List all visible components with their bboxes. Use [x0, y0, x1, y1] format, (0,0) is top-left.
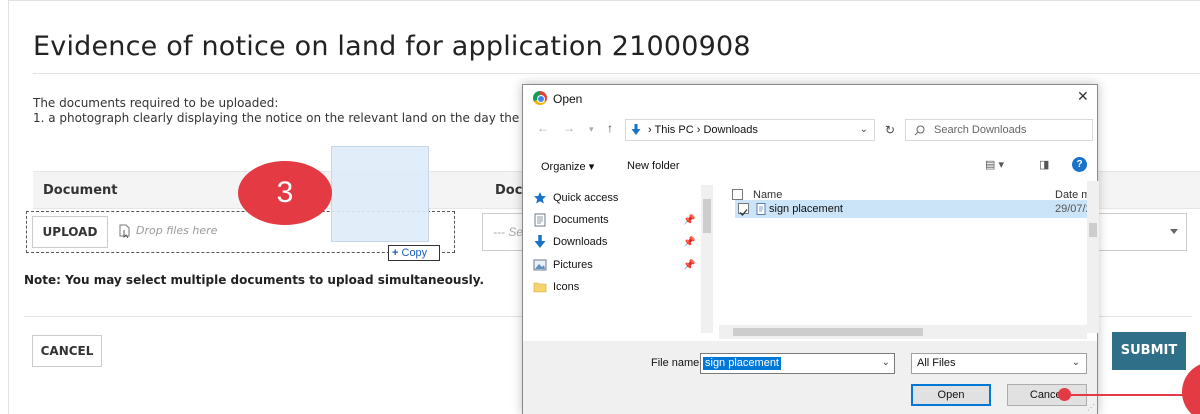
navigation-pane: Quick access Documents 📌 Downloads 📌 Pic… [523, 181, 719, 333]
scrollbar-thumb[interactable] [1089, 223, 1097, 237]
chevron-down-icon[interactable]: ⌄ [860, 124, 868, 135]
nav-item-downloads[interactable]: Downloads [553, 236, 607, 248]
chevron-down-icon[interactable]: ⌄ [882, 357, 890, 368]
scrollbar-thumb[interactable] [733, 328, 923, 336]
file-row[interactable]: sign placement 29/07/2 [735, 200, 1092, 218]
nav-item-icons[interactable]: Icons [553, 281, 579, 293]
drag-copy-tooltip: + Copy [388, 245, 440, 261]
file-type-select[interactable]: All Files ⌄ [911, 353, 1087, 374]
nav-item-quick-access[interactable]: Quick access [553, 192, 618, 204]
star-icon [534, 192, 546, 204]
nav-scrollbar[interactable] [701, 185, 713, 333]
requirements-text: The documents required to be uploaded: 1… [33, 96, 531, 126]
plus-icon: + [392, 247, 399, 259]
file-name: sign placement [769, 203, 843, 215]
pin-icon: 📌 [683, 260, 696, 271]
dialog-title: Open [553, 92, 583, 106]
chevron-down-icon: ⌄ [1071, 357, 1080, 368]
address-path: › This PC › Downloads [648, 124, 758, 136]
nav-item-documents[interactable]: Documents [553, 214, 609, 226]
preview-pane-icon[interactable]: ◨ [1039, 158, 1049, 171]
file-checkbox[interactable] [738, 203, 749, 216]
cursor-file-icon [119, 224, 130, 238]
chrome-icon [533, 91, 547, 105]
column-document: Document [43, 183, 118, 198]
open-button[interactable]: Open [911, 384, 991, 406]
select-all-checkbox[interactable] [732, 189, 743, 200]
path-downloads[interactable]: Downloads [703, 124, 757, 136]
scrollbar-thumb[interactable] [703, 199, 711, 233]
organize-menu[interactable]: Organize ▾ [541, 160, 594, 173]
path-separator: › [696, 124, 701, 136]
dialog-footer: File name: sign placement ⌄ All Files ⌄ … [523, 341, 1097, 414]
file-open-dialog: Open ✕ ← → ▾ ↑ › This PC › Downloads ⌄ ↻… [522, 84, 1099, 414]
submit-button[interactable]: SUBMIT [1112, 332, 1186, 370]
requirements-heading: The documents required to be uploaded: [33, 96, 279, 110]
checkmark-icon [739, 209, 748, 216]
search-input[interactable]: Search Downloads [905, 119, 1093, 141]
chevron-down-icon [1170, 229, 1178, 234]
drop-placeholder: Drop files here [136, 224, 218, 237]
documents-icon [534, 213, 546, 227]
close-icon[interactable]: ✕ [1077, 88, 1089, 105]
requirements-item: 1. a photograph clearly displaying the n… [33, 111, 531, 125]
file-type-value: All Files [917, 357, 956, 369]
file-list-vertical-scrollbar[interactable] [1087, 181, 1099, 333]
title-divider [33, 73, 1200, 74]
up-arrow-icon[interactable]: ↑ [607, 121, 613, 135]
upload-button[interactable]: UPLOAD [32, 216, 108, 248]
upload-note: Note: You may select multiple documents … [24, 273, 485, 287]
path-separator: › [648, 124, 652, 136]
drag-preview [331, 146, 429, 242]
click-indicator [1058, 388, 1071, 401]
file-name-field[interactable]: sign placement ⌄ [700, 353, 895, 374]
page-title: Evidence of notice on land for applicati… [33, 31, 751, 62]
resize-grip-icon[interactable]: ⋰ [1087, 403, 1095, 412]
view-options-icon[interactable]: ▤ ▾ [985, 158, 1004, 171]
file-name-label: File name: [651, 357, 703, 369]
refresh-icon[interactable]: ↻ [879, 119, 901, 141]
folder-icon [533, 282, 547, 293]
help-icon[interactable]: ? [1072, 157, 1087, 172]
search-placeholder: Search Downloads [934, 124, 1027, 136]
select-placeholder: --- Se [493, 225, 523, 239]
forward-arrow-icon[interactable]: → [563, 121, 575, 135]
document-file-icon [756, 203, 766, 215]
pointer-line [1071, 394, 1183, 396]
step-badge: 3 [238, 161, 332, 225]
pin-icon: 📌 [683, 237, 696, 248]
path-this-pc[interactable]: This PC [655, 124, 694, 136]
cancel-button[interactable]: CANCEL [32, 335, 102, 367]
pin-icon: 📌 [683, 215, 696, 226]
recent-chevron-icon[interactable]: ▾ [589, 124, 594, 135]
downloads-folder-icon [631, 124, 641, 135]
address-bar[interactable]: › This PC › Downloads ⌄ [625, 119, 875, 141]
new-folder-button[interactable]: New folder [627, 160, 680, 172]
drag-copy-label: Copy [401, 247, 428, 259]
download-icon [534, 235, 546, 248]
pictures-icon [533, 259, 547, 271]
file-name-value: sign placement [703, 357, 781, 370]
file-list-pane: Name Date m sign placement 29/07/2 [719, 181, 1099, 349]
back-arrow-icon[interactable]: ← [537, 121, 549, 135]
file-list-horizontal-scrollbar[interactable] [719, 325, 1087, 339]
nav-item-pictures[interactable]: Pictures [553, 259, 593, 271]
search-icon [914, 125, 925, 136]
